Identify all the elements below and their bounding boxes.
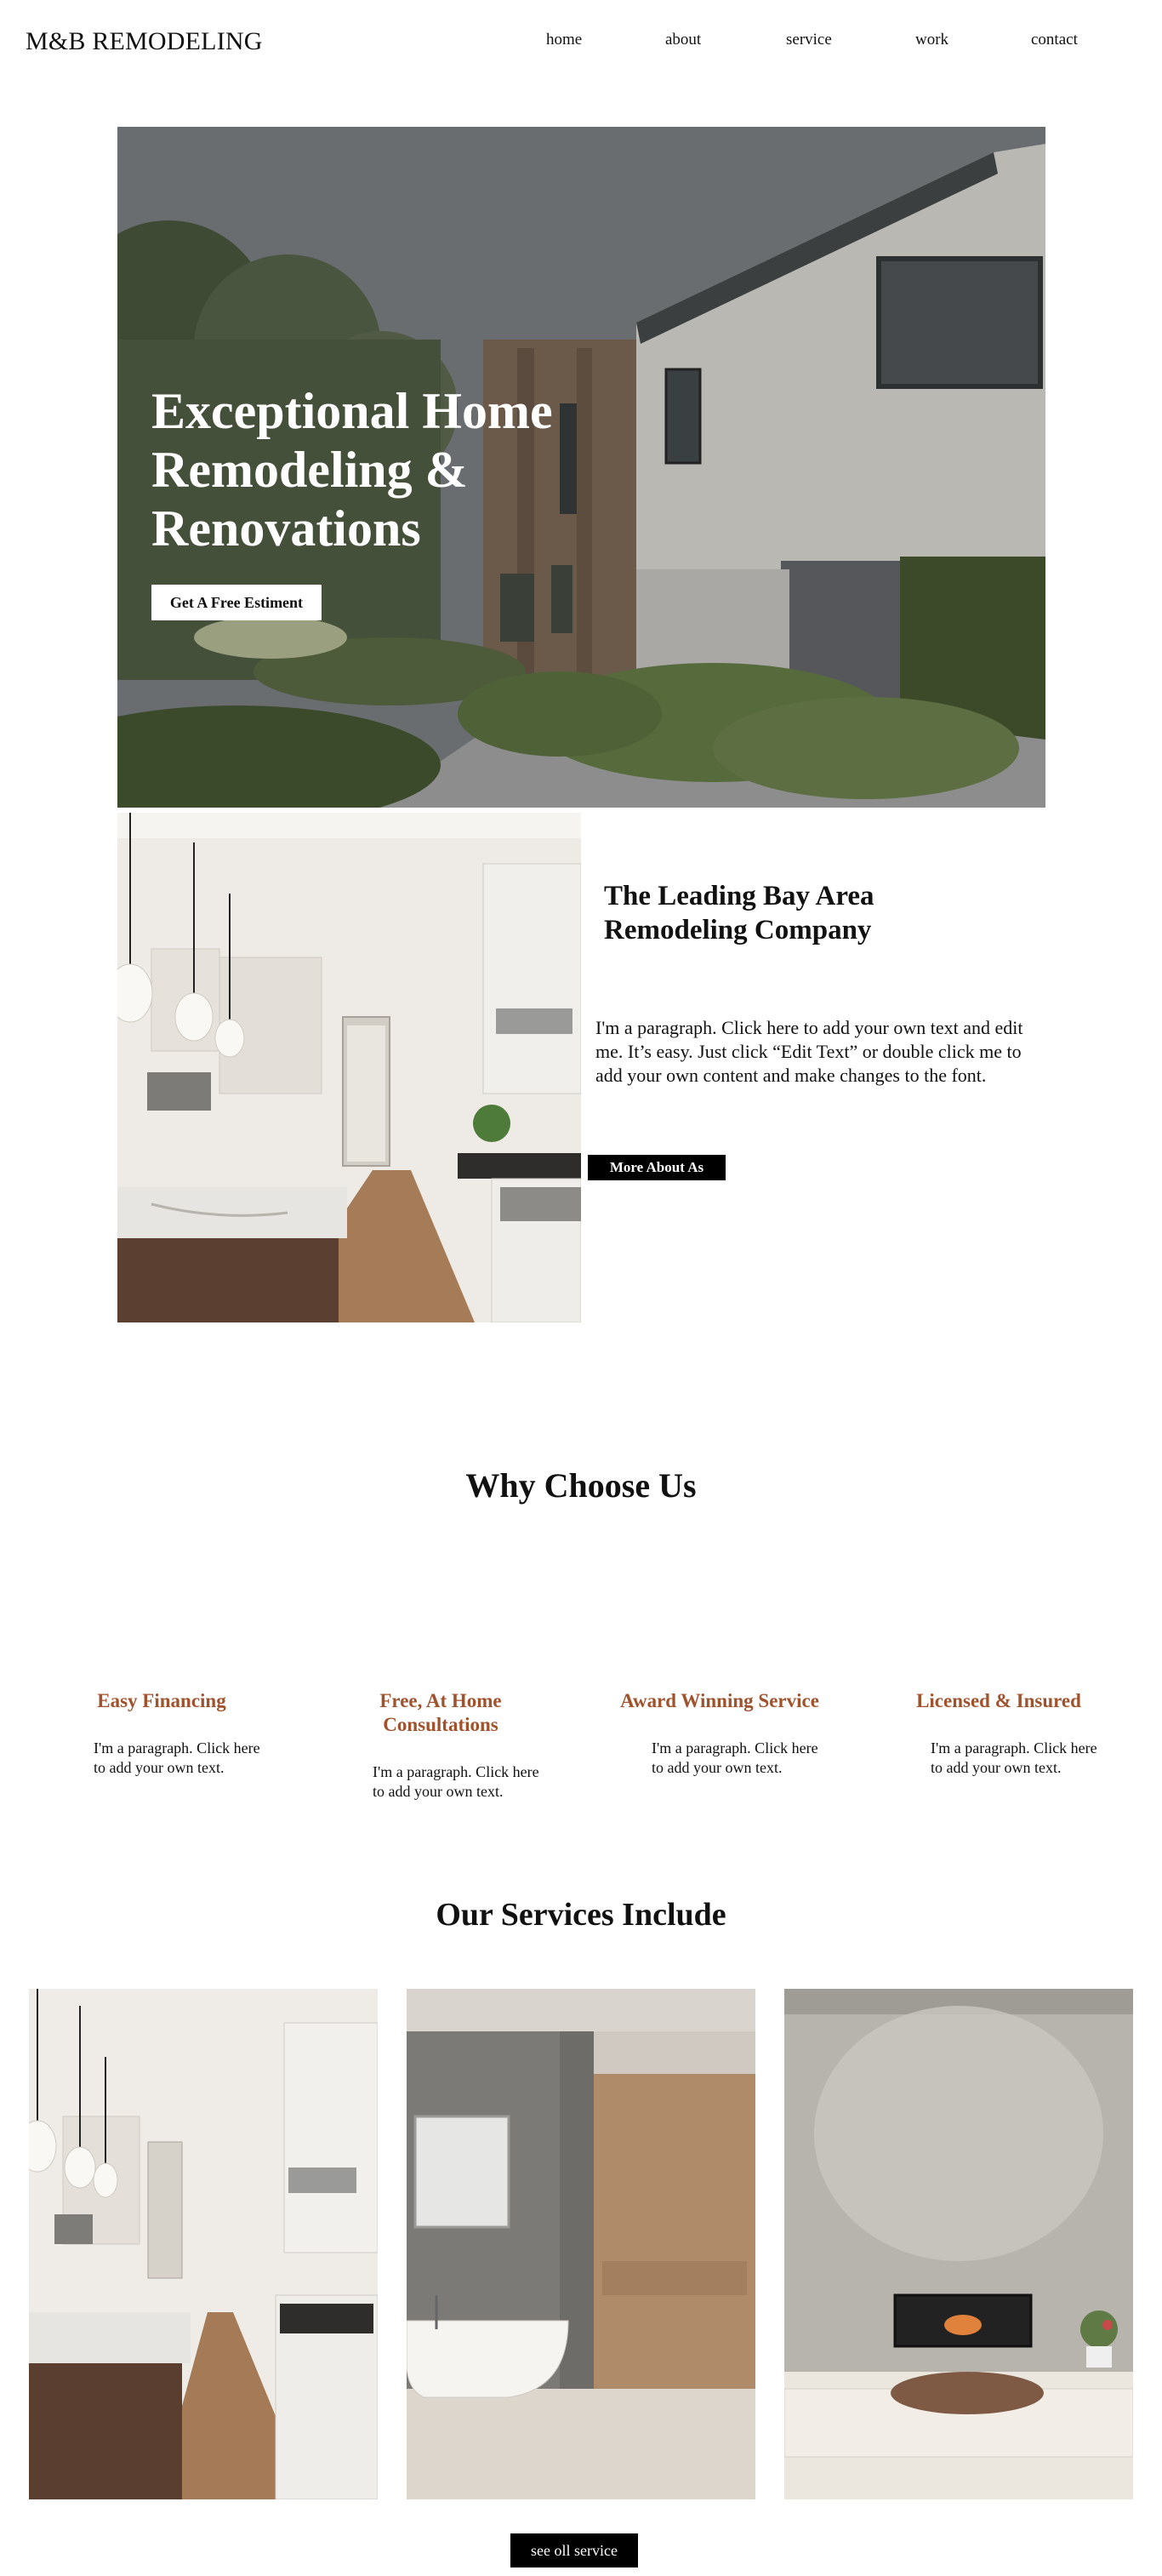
bathroom-service-illustration	[407, 1989, 755, 2499]
feature-card: Free, At Home Consultations I'm a paragr…	[339, 1689, 551, 1802]
service-image-kitchen[interactable]	[29, 1989, 378, 2499]
kitchen-image	[117, 813, 581, 1322]
see-all-services-button[interactable]: see oll service	[510, 2533, 638, 2567]
feature-card: Licensed & Insured I'm a paragraph. Clic…	[897, 1689, 1109, 1778]
nav-link-service[interactable]: service	[786, 31, 832, 49]
feature-text: I'm a paragraph. Click here to add your …	[94, 1739, 260, 1776]
services-title: Our Services Include	[436, 1897, 726, 1933]
nav-link-home[interactable]: home	[546, 31, 582, 49]
hero-section: Exceptional Home Remodeling & Renovation…	[117, 127, 1045, 808]
hero-title: Exceptional Home Remodeling & Renovation…	[151, 383, 553, 557]
kitchen-illustration	[117, 813, 581, 1322]
feature-text: I'm a paragraph. Click here to add your …	[652, 1739, 818, 1776]
service-image-bathroom[interactable]	[407, 1989, 755, 2499]
about-paragraph: I'm a paragraph. Click here to add your …	[595, 1017, 1023, 1086]
free-estimate-button[interactable]: Get A Free Estiment	[151, 585, 322, 620]
kitchen-service-illustration	[29, 1989, 378, 2499]
why-choose-title: Why Choose Us	[465, 1466, 697, 1505]
feature-card: Easy Financing I'm a paragraph. Click he…	[60, 1689, 272, 1778]
feature-card: Award Winning Service I'm a paragraph. C…	[618, 1689, 830, 1778]
feature-title: Licensed & Insured	[916, 1690, 1081, 1711]
feature-title: Award Winning Service	[620, 1690, 819, 1711]
living-room-service-illustration	[784, 1989, 1133, 2499]
nav-link-contact[interactable]: contact	[1031, 31, 1078, 49]
feature-title: Easy Financing	[97, 1690, 226, 1711]
nav-link-work[interactable]: work	[915, 31, 948, 49]
feature-text: I'm a paragraph. Click here to add your …	[931, 1739, 1097, 1776]
nav-link-about[interactable]: about	[665, 31, 701, 49]
feature-title: Free, At Home Consultations	[379, 1690, 502, 1735]
more-about-button[interactable]: More About As	[588, 1155, 726, 1180]
service-image-living-room[interactable]	[784, 1989, 1133, 2499]
about-title: The Leading Bay Area Remodeling Company	[604, 881, 874, 945]
main-nav: home about service work contact	[0, 31, 1162, 56]
feature-text: I'm a paragraph. Click here to add your …	[373, 1763, 539, 1800]
